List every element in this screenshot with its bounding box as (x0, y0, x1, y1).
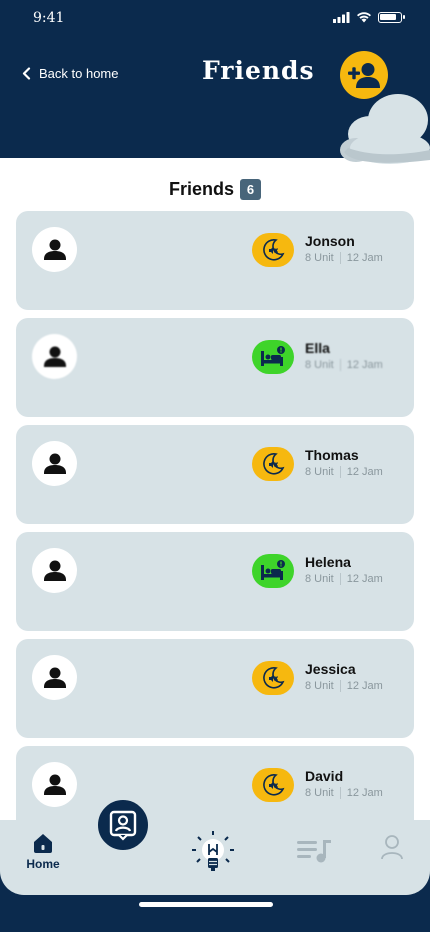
avatar (32, 548, 77, 593)
divider (339, 787, 341, 799)
cloud-icon (340, 94, 430, 164)
friend-unit: 8 Unit (305, 787, 334, 799)
status-bar: 9:41 (0, 0, 430, 40)
moon-muted-icon (263, 238, 285, 261)
person-icon (43, 239, 66, 260)
friend-card[interactable]: Jonson 8 Unit 12 Jam (16, 211, 414, 310)
avatar (32, 655, 77, 700)
user-icon (381, 835, 403, 860)
divider (339, 466, 341, 478)
divider (339, 252, 341, 264)
lightbulb-icon (192, 831, 234, 871)
tab-home-label: Home (26, 857, 60, 871)
moon-muted-icon (263, 452, 285, 475)
status-icon (252, 233, 294, 267)
home-indicator (139, 902, 273, 907)
person-icon (43, 560, 66, 581)
status-icon (252, 661, 294, 695)
friend-hours: 12 Jam (346, 680, 383, 692)
battery-icon (378, 11, 405, 23)
friends-count-badge: 6 (240, 179, 261, 200)
friend-unit: 8 Unit (305, 573, 334, 585)
avatar (32, 762, 77, 807)
friends-section-title: Friends 6 (0, 179, 430, 200)
profile-card-icon (109, 810, 137, 841)
bed-alert-icon (261, 560, 285, 580)
friend-card[interactable]: Jessica 8 Unit 12 Jam (16, 639, 414, 738)
back-to-home-link[interactable]: Back to home (22, 66, 119, 81)
playlist-icon (297, 840, 331, 863)
person-add-icon (348, 63, 380, 88)
tab-ideas[interactable] (188, 828, 238, 878)
divider (339, 573, 341, 585)
tab-account[interactable] (380, 834, 404, 860)
friend-unit: 8 Unit (305, 359, 334, 371)
friend-hours: 12 Jam (346, 359, 383, 371)
chevron-left-icon (22, 67, 31, 80)
friend-hours: 12 Jam (346, 466, 383, 478)
status-time: 9:41 (33, 10, 65, 26)
friend-name: Ella (305, 340, 330, 356)
friend-list: Jonson 8 Unit 12 Jam Ella 8 Unit 12 Jam (16, 211, 414, 838)
avatar (32, 441, 77, 486)
divider (339, 359, 341, 371)
person-icon (43, 346, 66, 367)
back-to-home-label: Back to home (39, 66, 119, 81)
profile-card-button[interactable] (93, 795, 153, 855)
friend-card[interactable]: Ella 8 Unit 12 Jam (16, 318, 414, 417)
friend-name: David (305, 768, 344, 784)
person-icon (43, 453, 66, 474)
tab-bar: Home (0, 795, 430, 895)
friend-hours: 12 Jam (346, 573, 383, 585)
moon-muted-icon (263, 666, 285, 689)
friends-label: Friends (168, 179, 234, 199)
wifi-icon (357, 12, 371, 23)
friend-name: Helena (305, 554, 351, 570)
friend-name: Thomas (305, 447, 359, 463)
page-title: Friends (202, 56, 315, 85)
person-icon (43, 667, 66, 688)
avatar (32, 227, 77, 272)
moon-muted-icon (263, 773, 285, 796)
friend-unit: 8 Unit (305, 252, 334, 264)
status-icons (333, 11, 405, 23)
person-icon (43, 774, 66, 795)
signal-icon (333, 11, 350, 23)
status-icon (252, 554, 294, 588)
tab-playlist[interactable] (296, 838, 332, 864)
friend-card[interactable]: Helena 8 Unit 12 Jam (16, 532, 414, 631)
friend-name: Jessica (305, 661, 356, 677)
avatar (32, 334, 77, 379)
status-icon (252, 340, 294, 374)
divider (339, 680, 341, 692)
status-icon (252, 447, 294, 481)
friend-hours: 12 Jam (346, 787, 383, 799)
tab-home[interactable]: Home (24, 832, 62, 871)
friend-unit: 8 Unit (305, 680, 334, 692)
status-icon (252, 768, 294, 802)
friend-hours: 12 Jam (346, 252, 383, 264)
friends-content: Friends 6 Jonson 8 Unit 12 Jam Ella 8 Un… (0, 158, 430, 838)
home-icon (34, 834, 52, 853)
bed-alert-icon (261, 346, 285, 366)
friend-card[interactable]: Thomas 8 Unit 12 Jam (16, 425, 414, 524)
friend-unit: 8 Unit (305, 466, 334, 478)
friend-name: Jonson (305, 233, 355, 249)
